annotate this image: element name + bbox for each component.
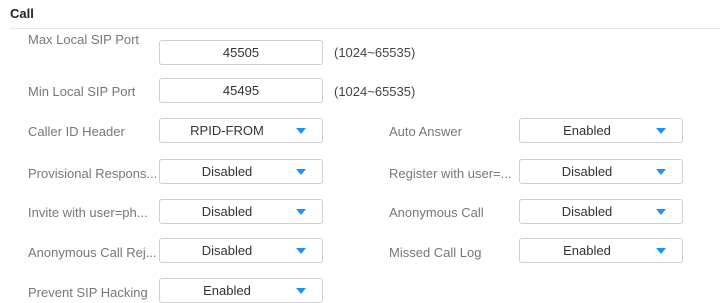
auto-answer-value: Enabled	[563, 123, 611, 138]
provisional-response-value: Disabled	[201, 164, 253, 179]
caret-down-icon	[656, 169, 666, 175]
caret-down-icon	[656, 209, 666, 215]
caller-id-header-label: Caller ID Header	[28, 124, 125, 139]
register-with-user-label: Register with user=...	[389, 166, 512, 181]
max-local-sip-port-range: (1024~65535)	[334, 45, 416, 60]
invite-with-user-phone-select[interactable]: Disabled	[159, 199, 323, 224]
min-local-sip-port-input[interactable]: 45495	[159, 78, 323, 103]
anonymous-call-rejection-value: Disabled	[201, 243, 253, 258]
anonymous-call-value: Disabled	[561, 204, 613, 219]
prevent-sip-hacking-label: Prevent SIP Hacking	[28, 285, 148, 300]
caret-down-icon	[296, 128, 306, 134]
prevent-sip-hacking-select[interactable]: Enabled	[159, 278, 323, 303]
missed-call-log-value: Enabled	[563, 243, 611, 258]
caret-down-icon	[296, 209, 306, 215]
missed-call-log-label: Missed Call Log	[389, 245, 482, 260]
min-local-sip-port-range: (1024~65535)	[334, 84, 416, 99]
caller-id-header-select[interactable]: RPID-FROM	[159, 118, 323, 143]
anonymous-call-label: Anonymous Call	[389, 205, 484, 220]
prevent-sip-hacking-value: Enabled	[203, 283, 251, 298]
caret-down-icon	[296, 288, 306, 294]
caret-down-icon	[656, 128, 666, 134]
anonymous-call-select[interactable]: Disabled	[519, 199, 683, 224]
provisional-response-label: Provisional Respons...	[28, 166, 156, 181]
caller-id-header-value: RPID-FROM	[190, 123, 264, 138]
caret-down-icon	[656, 248, 666, 254]
invite-with-user-phone-value: Disabled	[201, 204, 253, 219]
auto-answer-select[interactable]: Enabled	[519, 118, 683, 143]
caret-down-icon	[296, 248, 306, 254]
provisional-response-select[interactable]: Disabled	[159, 159, 323, 184]
min-local-sip-port-label: Min Local SIP Port	[28, 84, 136, 99]
anonymous-call-rejection-select[interactable]: Disabled	[159, 238, 323, 263]
max-local-sip-port-label: Max Local SIP Port	[28, 32, 140, 47]
invite-with-user-phone-label: Invite with user=ph...	[28, 205, 148, 220]
caret-down-icon	[296, 169, 306, 175]
missed-call-log-select[interactable]: Enabled	[519, 238, 683, 263]
auto-answer-label: Auto Answer	[389, 124, 462, 139]
anonymous-call-rejection-label: Anonymous Call Rej...	[28, 245, 156, 260]
max-local-sip-port-input[interactable]: 45505	[159, 40, 323, 65]
register-with-user-select[interactable]: Disabled	[519, 159, 683, 184]
register-with-user-value: Disabled	[561, 164, 613, 179]
